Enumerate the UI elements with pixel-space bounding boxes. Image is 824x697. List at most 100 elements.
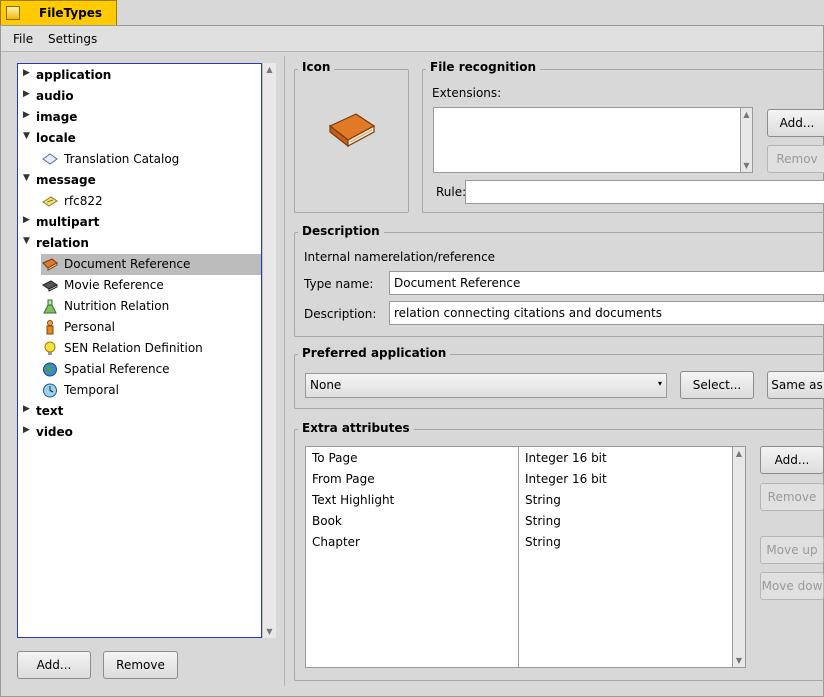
tree-category-row[interactable]: ▶ audio <box>18 86 261 107</box>
window-title: FileTypes <box>39 6 103 20</box>
tree-item-row[interactable]: rfc822 <box>18 191 261 212</box>
attribute-type-cell[interactable]: Integer 16 bit <box>525 472 607 486</box>
expanded-arrow-icon[interactable]: ▼ <box>23 131 30 141</box>
collapsed-arrow-icon[interactable]: ▶ <box>23 425 30 435</box>
tree-item-label: application <box>36 68 112 82</box>
tree-item-label: locale <box>36 131 76 145</box>
attributes-scrollbar[interactable]: ▲ ▼ <box>732 446 746 668</box>
tree-item-row[interactable]: SEN Relation Definition <box>18 338 261 359</box>
book-icon <box>42 257 58 272</box>
attribute-name-cell[interactable]: Chapter <box>312 535 360 549</box>
tree-item-row[interactable]: Document Reference <box>41 254 261 275</box>
attribute-name-cell[interactable]: To Page <box>312 451 358 465</box>
remove-extension-button[interactable]: Remov <box>767 145 824 173</box>
select-application-button[interactable]: Select... <box>680 371 754 399</box>
scroll-up-arrow-icon[interactable]: ▲ <box>263 63 276 76</box>
add-attribute-button[interactable]: Add... <box>760 446 824 474</box>
preferred-application-title: Preferred application <box>298 346 451 360</box>
add-extension-button[interactable]: Add... <box>767 109 824 137</box>
move-up-button[interactable]: Move up <box>760 536 824 564</box>
tree-item-label: Document Reference <box>64 257 191 271</box>
tree-category-row[interactable]: ▼ message <box>18 170 261 191</box>
bulb-icon <box>42 341 58 356</box>
column-divider <box>518 447 519 667</box>
expanded-arrow-icon[interactable]: ▼ <box>23 173 30 183</box>
type-tree-list[interactable]: ▶ application ▶ audio ▶ image ▼ locale Translati… <box>17 63 262 638</box>
extensions-list[interactable] <box>433 107 741 173</box>
tree-category-row[interactable]: ▼ relation <box>18 233 261 254</box>
tree-item-label: Spatial Reference <box>64 362 170 376</box>
menu-file[interactable]: File <box>13 32 33 46</box>
remove-attribute-button[interactable]: Remove <box>760 483 824 511</box>
tree-item-label: Temporal <box>64 383 119 397</box>
expanded-arrow-icon[interactable]: ▼ <box>23 236 30 246</box>
menu-bar: File Settings <box>1 26 823 52</box>
tree-item-row[interactable]: Translation Catalog <box>18 149 261 170</box>
attribute-name-cell[interactable]: Text Highlight <box>312 493 394 507</box>
internal-name-label: Internal name: <box>304 250 393 264</box>
tree-item-label: SEN Relation Definition <box>64 341 203 355</box>
scroll-up-arrow-icon[interactable]: ▲ <box>733 447 745 460</box>
scroll-up-arrow-icon[interactable]: ▲ <box>741 108 752 121</box>
tree-item-row[interactable]: Spatial Reference <box>18 359 261 380</box>
scroll-down-arrow-icon[interactable]: ▼ <box>733 654 745 667</box>
move-down-button[interactable]: Move dow <box>760 572 824 600</box>
attributes-list[interactable]: To Page Integer 16 bit From Page Integer 16… <box>305 446 733 668</box>
attribute-type-cell[interactable]: String <box>525 493 561 507</box>
internal-name-value: relation/reference <box>388 250 496 264</box>
book-icon[interactable] <box>326 110 376 153</box>
tree-item-label: message <box>36 173 96 187</box>
preferred-application-select[interactable]: None ▾ <box>305 373 667 398</box>
tree-item-label: multipart <box>36 215 100 229</box>
collapsed-arrow-icon[interactable]: ▶ <box>23 68 30 78</box>
attribute-name-cell[interactable]: Book <box>312 514 342 528</box>
description-label: Description: <box>304 307 377 321</box>
attribute-type-cell[interactable]: String <box>525 514 561 528</box>
attribute-name-cell[interactable]: From Page <box>312 472 375 486</box>
description-input[interactable]: relation connecting citations and docume… <box>389 301 824 325</box>
tree-item-label: Translation Catalog <box>64 152 180 166</box>
rule-input[interactable] <box>465 180 824 204</box>
tree-category-row[interactable]: ▼ locale <box>18 128 261 149</box>
extensions-scrollbar[interactable]: ▲ ▼ <box>740 107 753 173</box>
extensions-label: Extensions: <box>432 86 502 100</box>
tree-scrollbar[interactable]: ▲ ▼ <box>262 63 276 638</box>
split-divider[interactable] <box>284 56 285 686</box>
collapsed-arrow-icon[interactable]: ▶ <box>23 404 30 414</box>
tree-item-label: video <box>36 425 73 439</box>
preferred-application-value: None <box>310 378 342 392</box>
same-as-button[interactable]: Same as <box>767 371 824 399</box>
type-name-input[interactable]: Document Reference <box>389 271 824 295</box>
window-tab[interactable]: FileTypes <box>0 0 117 25</box>
tree-category-row[interactable]: ▶ multipart <box>18 212 261 233</box>
collapsed-arrow-icon[interactable]: ▶ <box>23 110 30 120</box>
tree-item-row[interactable]: Nutrition Relation <box>18 296 261 317</box>
attribute-type-cell[interactable]: Integer 16 bit <box>525 451 607 465</box>
tree-category-row[interactable]: ▶ application <box>18 65 261 86</box>
scroll-down-arrow-icon[interactable]: ▼ <box>263 625 276 638</box>
file-recognition-title: File recognition <box>426 60 541 74</box>
tree-item-row[interactable]: Temporal <box>18 380 261 401</box>
catalog-icon <box>42 152 58 167</box>
scroll-down-arrow-icon[interactable]: ▼ <box>741 159 752 172</box>
remove-type-button[interactable]: Remove <box>103 651 178 679</box>
add-type-button[interactable]: Add... <box>17 651 91 679</box>
type-name-label: Type name: <box>304 277 374 291</box>
tree-item-label: relation <box>36 236 89 250</box>
close-button[interactable] <box>6 6 20 20</box>
clock-icon <box>42 383 58 398</box>
tree-category-row[interactable]: ▶ image <box>18 107 261 128</box>
tree-item-row[interactable]: Personal <box>18 317 261 338</box>
chevron-down-icon: ▾ <box>657 379 662 388</box>
collapsed-arrow-icon[interactable]: ▶ <box>23 215 30 225</box>
tree-item-row[interactable]: Movie Reference <box>18 275 261 296</box>
collapsed-arrow-icon[interactable]: ▶ <box>23 89 30 99</box>
person-icon <box>42 320 58 335</box>
extra-attributes-title: Extra attributes <box>298 421 414 435</box>
icon-group-title: Icon <box>298 60 335 74</box>
tree-item-label: Nutrition Relation <box>64 299 170 313</box>
tree-category-row[interactable]: ▶ text <box>18 401 261 422</box>
menu-settings[interactable]: Settings <box>48 32 97 46</box>
attribute-type-cell[interactable]: String <box>525 535 561 549</box>
tree-category-row[interactable]: ▶ video <box>18 422 261 443</box>
